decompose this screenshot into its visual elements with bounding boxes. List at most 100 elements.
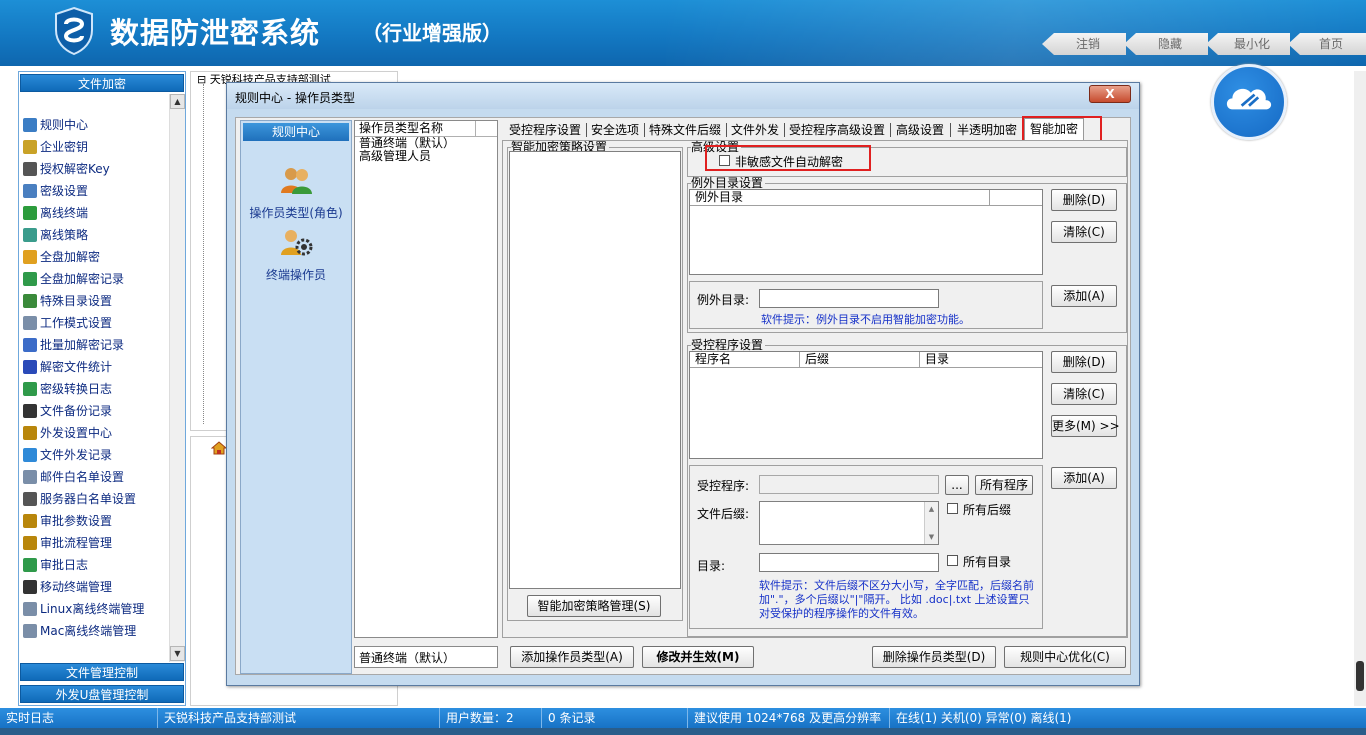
- sidebar-item[interactable]: 离线策略: [23, 224, 173, 246]
- controlled-list[interactable]: 程序名 后缀 目录: [689, 351, 1043, 459]
- scroll-thumb[interactable]: [1356, 661, 1364, 691]
- controlled-more-button[interactable]: 更多(M) >>: [1051, 415, 1120, 437]
- exception-dir-input[interactable]: [759, 289, 939, 308]
- globe-icon: [23, 448, 37, 462]
- main-scrollbar[interactable]: [1354, 71, 1366, 706]
- role-item-terminal-operator[interactable]: 终端操作员: [241, 227, 351, 283]
- minimize-button[interactable]: 最小化: [1206, 33, 1290, 55]
- tab-controlled-advanced[interactable]: 受控程序高级设置: [786, 121, 888, 139]
- sidebar-item-label: 文件备份记录: [40, 404, 113, 418]
- sidebar-item-label: 审批日志: [40, 558, 89, 572]
- sidebar-item[interactable]: 审批参数设置: [23, 510, 173, 532]
- tab-file-outgoing[interactable]: 文件外发: [728, 121, 782, 139]
- apply-changes-button[interactable]: 修改并生效(M): [642, 646, 754, 668]
- exception-delete-button[interactable]: 删除(D): [1051, 189, 1117, 211]
- sidebar-item-label: 密级转换日志: [40, 382, 113, 396]
- controlled-delete-button[interactable]: 删除(D): [1051, 351, 1117, 373]
- type-row-senior[interactable]: 高级管理人员: [355, 150, 497, 163]
- suffix-label: 文件后缀:: [697, 507, 750, 521]
- sidebar-item[interactable]: 移动终端管理: [23, 576, 173, 598]
- sidebar-item-label: 移动终端管理: [40, 580, 113, 594]
- col-suffix: 后缀: [800, 352, 920, 367]
- section-file-management[interactable]: 文件管理控制: [20, 663, 184, 681]
- sidebar-item[interactable]: 文件备份记录: [23, 400, 173, 422]
- all-programs-button[interactable]: 所有程序: [975, 475, 1033, 495]
- operator-type-list[interactable]: 操作员类型名称 普通终端（默认） 高级管理人员: [354, 120, 498, 638]
- tab-advanced-settings[interactable]: 高级设置: [892, 121, 948, 139]
- sidebar-item[interactable]: 服务器白名单设置: [23, 488, 173, 510]
- sidebar-item[interactable]: 特殊目录设置: [23, 290, 173, 312]
- exception-column-header: 例外目录: [690, 190, 990, 205]
- role-item-label: 操作员类型(角色): [249, 206, 343, 220]
- shield-logo-icon: [55, 6, 93, 56]
- exception-tip: 软件提示：例外目录不启用智能加密功能。: [761, 313, 970, 326]
- sidebar-item[interactable]: 邮件白名单设置: [23, 466, 173, 488]
- sidebar-item[interactable]: 审批流程管理: [23, 532, 173, 554]
- exception-input-label: 例外目录:: [697, 293, 750, 307]
- scroll-down-icon[interactable]: ▼: [170, 646, 185, 661]
- section-usb-control[interactable]: 外发U盘管理控制: [20, 685, 184, 703]
- browse-button[interactable]: ...: [945, 475, 969, 495]
- sidebar-item[interactable]: 授权解密Key: [23, 158, 173, 180]
- delete-operator-type-button[interactable]: 删除操作员类型(D): [872, 646, 996, 668]
- sidebar-item[interactable]: 审批日志: [23, 554, 173, 576]
- sidebar-item[interactable]: 全盘加解密: [23, 246, 173, 268]
- tab-semi-transparent[interactable]: 半透明加密: [952, 121, 1022, 139]
- role-item-operator-type[interactable]: 操作员类型(角色): [241, 165, 351, 221]
- mobile-icon: [23, 580, 37, 594]
- close-button[interactable]: X: [1089, 85, 1131, 103]
- home-button[interactable]: 首页: [1288, 33, 1366, 55]
- add-operator-type-button[interactable]: 添加操作员类型(A): [510, 646, 634, 668]
- sidebar-item-label: 邮件白名单设置: [40, 470, 125, 484]
- sidebar-item[interactable]: 工作模式设置: [23, 312, 173, 334]
- suffix-input[interactable]: ▲ ▼: [759, 501, 939, 545]
- dir-label: 目录:: [697, 559, 726, 573]
- home-tree-icon: [210, 441, 228, 455]
- checkbox-highlight-box: [705, 145, 871, 171]
- sidebar-item[interactable]: 全盘加解密记录: [23, 268, 173, 290]
- dialog-titlebar[interactable]: 规则中心 - 操作员类型 X: [227, 83, 1139, 109]
- header-divider: [690, 205, 1042, 206]
- dir-input[interactable]: [759, 553, 939, 572]
- exception-add-button[interactable]: 添加(A): [1051, 285, 1117, 307]
- sidebar-item[interactable]: 企业密钥: [23, 136, 173, 158]
- exception-clear-button[interactable]: 清除(C): [1051, 221, 1117, 243]
- program-input[interactable]: [759, 475, 939, 494]
- tree-expand-icon[interactable]: ⊟: [197, 74, 206, 84]
- sidebar-item[interactable]: 文件外发记录: [23, 444, 173, 466]
- sidebar-item[interactable]: Linux离线终端管理: [23, 598, 173, 620]
- sidebar-item-label: 批量加解密记录: [40, 338, 125, 352]
- section-file-encryption[interactable]: 文件加密: [20, 74, 184, 92]
- optimize-rules-button[interactable]: 规则中心优化(C): [1004, 646, 1126, 668]
- exception-list[interactable]: 例外目录: [689, 189, 1043, 275]
- tab-controlled-programs[interactable]: 受控程序设置: [506, 121, 584, 139]
- sidebar-item-label: Linux离线终端管理: [40, 602, 145, 616]
- all-suffix-checkbox[interactable]: [947, 503, 958, 514]
- list-icon: [23, 558, 37, 572]
- hide-button[interactable]: 隐藏: [1124, 33, 1208, 55]
- sidebar-item[interactable]: 解密文件统计: [23, 356, 173, 378]
- status-realtime-log[interactable]: 实时日志: [0, 708, 158, 728]
- sidebar-item[interactable]: 批量加解密记录: [23, 334, 173, 356]
- sidebar-item[interactable]: 密级设置: [23, 180, 173, 202]
- scroll-up-icon[interactable]: ▲: [170, 94, 185, 109]
- strategy-list[interactable]: [509, 151, 681, 589]
- controlled-clear-button[interactable]: 清除(C): [1051, 383, 1117, 405]
- tree-line: [203, 84, 204, 424]
- strategy-manage-button[interactable]: 智能加密策略管理(S): [527, 595, 661, 617]
- suffix-scrollbar[interactable]: ▲ ▼: [924, 502, 938, 544]
- col-program-name: 程序名: [690, 352, 800, 367]
- tab-special-suffix[interactable]: 特殊文件后缀: [646, 121, 724, 139]
- sidebar-item[interactable]: 规则中心: [23, 114, 173, 136]
- sidebar-item[interactable]: Mac离线终端管理: [23, 620, 173, 642]
- logout-button[interactable]: 注销: [1042, 33, 1126, 55]
- controlled-add-button[interactable]: 添加(A): [1051, 467, 1117, 489]
- tab-separator: [784, 123, 785, 137]
- tab-security-options[interactable]: 安全选项: [588, 121, 642, 139]
- selected-type-field[interactable]: 普通终端（默认）: [354, 646, 498, 668]
- sidebar-item[interactable]: 离线终端: [23, 202, 173, 224]
- sidebar-item[interactable]: 外发设置中心: [23, 422, 173, 444]
- all-dir-checkbox[interactable]: [947, 555, 958, 566]
- sidebar-item[interactable]: 密级转换日志: [23, 378, 173, 400]
- status-record-count: 0 条记录: [542, 708, 688, 728]
